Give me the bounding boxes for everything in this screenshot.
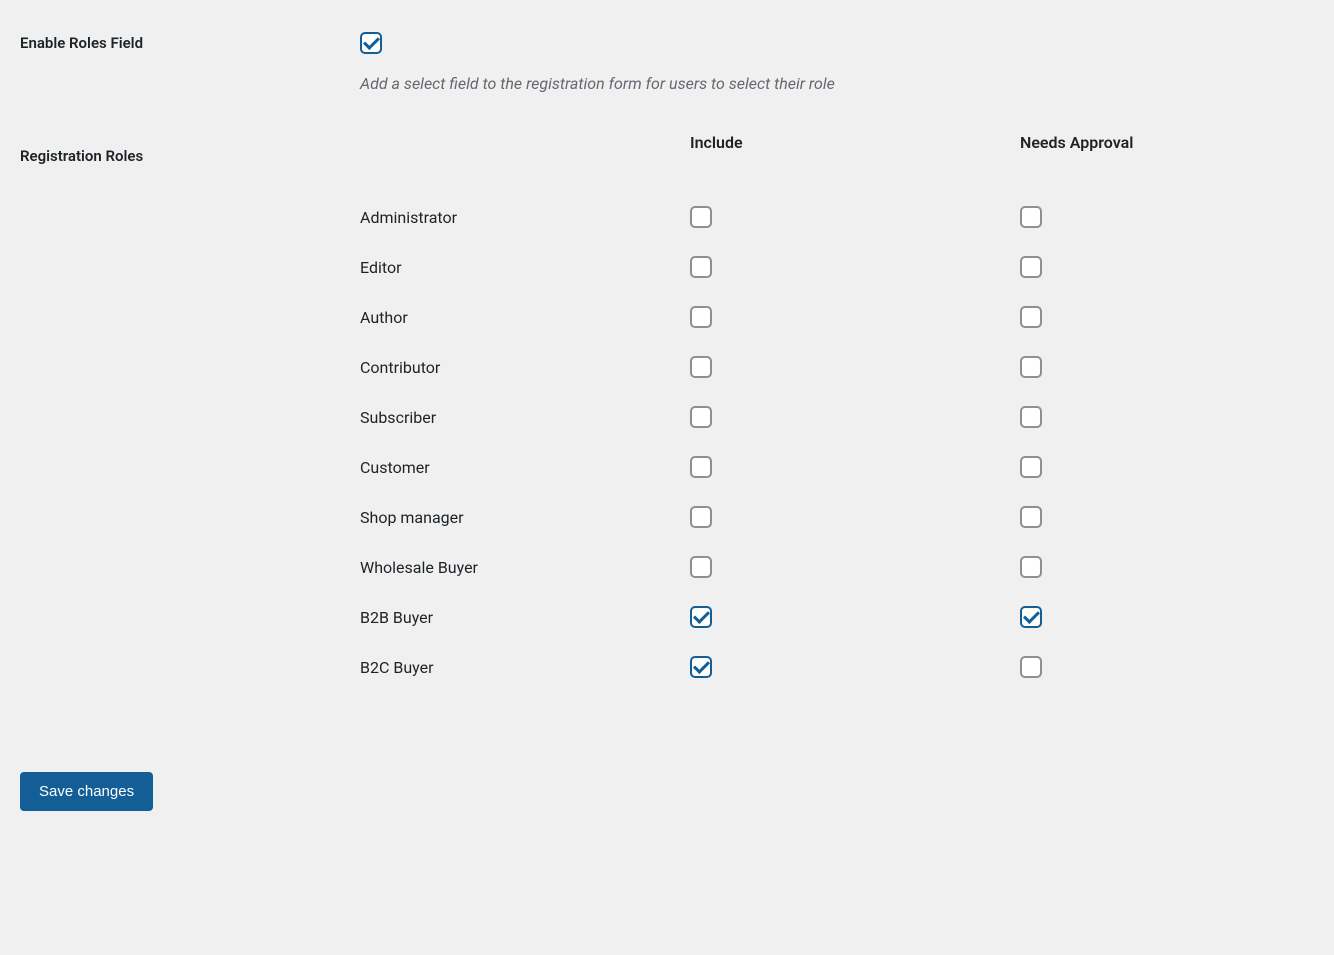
enable-roles-label: Enable Roles Field bbox=[20, 34, 143, 52]
role-approval-cell bbox=[1020, 292, 1280, 342]
role-include-cell bbox=[690, 542, 1020, 592]
role-include-cell bbox=[690, 442, 1020, 492]
role-include-cell bbox=[690, 392, 1020, 442]
roles-col-approval: Needs Approval bbox=[1020, 133, 1280, 192]
role-include-cell bbox=[690, 192, 1020, 242]
role-approval-cell bbox=[1020, 492, 1280, 542]
enable-roles-label-col: Enable Roles Field bbox=[20, 20, 360, 52]
table-row: Author bbox=[360, 292, 1280, 342]
role-include-checkbox[interactable] bbox=[690, 606, 712, 628]
role-approval-checkbox[interactable] bbox=[1020, 656, 1042, 678]
registration-roles-label-col: Registration Roles bbox=[20, 133, 360, 165]
role-name: Administrator bbox=[360, 192, 690, 242]
table-row: Shop manager bbox=[360, 492, 1280, 542]
table-row: B2B Buyer bbox=[360, 592, 1280, 642]
role-approval-checkbox[interactable] bbox=[1020, 306, 1042, 328]
roles-col-name bbox=[360, 133, 690, 192]
role-include-checkbox[interactable] bbox=[690, 306, 712, 328]
role-approval-checkbox[interactable] bbox=[1020, 206, 1042, 228]
enable-roles-content: Add a select field to the registration f… bbox=[360, 20, 1314, 93]
role-include-cell bbox=[690, 292, 1020, 342]
role-name: Author bbox=[360, 292, 690, 342]
role-include-checkbox[interactable] bbox=[690, 556, 712, 578]
save-changes-button[interactable]: Save changes bbox=[20, 772, 153, 811]
table-row: Administrator bbox=[360, 192, 1280, 242]
role-approval-checkbox[interactable] bbox=[1020, 406, 1042, 428]
table-row: Editor bbox=[360, 242, 1280, 292]
role-approval-cell bbox=[1020, 642, 1280, 692]
role-include-cell bbox=[690, 642, 1020, 692]
role-include-checkbox[interactable] bbox=[690, 356, 712, 378]
role-approval-cell bbox=[1020, 542, 1280, 592]
enable-roles-checkbox[interactable] bbox=[360, 32, 382, 54]
role-approval-checkbox[interactable] bbox=[1020, 556, 1042, 578]
table-row: Contributor bbox=[360, 342, 1280, 392]
role-name: Editor bbox=[360, 242, 690, 292]
role-name: Wholesale Buyer bbox=[360, 542, 690, 592]
role-name: B2B Buyer bbox=[360, 592, 690, 642]
role-approval-cell bbox=[1020, 592, 1280, 642]
role-include-checkbox[interactable] bbox=[690, 406, 712, 428]
roles-table: Include Needs Approval AdministratorEdit… bbox=[360, 133, 1280, 692]
role-name: Contributor bbox=[360, 342, 690, 392]
table-row: Wholesale Buyer bbox=[360, 542, 1280, 592]
role-approval-cell bbox=[1020, 442, 1280, 492]
role-approval-checkbox[interactable] bbox=[1020, 356, 1042, 378]
role-approval-cell bbox=[1020, 392, 1280, 442]
role-approval-cell bbox=[1020, 242, 1280, 292]
role-name: Subscriber bbox=[360, 392, 690, 442]
role-include-checkbox[interactable] bbox=[690, 506, 712, 528]
role-name: B2C Buyer bbox=[360, 642, 690, 692]
role-include-cell bbox=[690, 342, 1020, 392]
table-row: Subscriber bbox=[360, 392, 1280, 442]
role-include-checkbox[interactable] bbox=[690, 456, 712, 478]
role-include-cell bbox=[690, 242, 1020, 292]
registration-roles-row: Registration Roles Include Needs Approva… bbox=[20, 133, 1314, 692]
role-include-checkbox[interactable] bbox=[690, 256, 712, 278]
role-approval-checkbox[interactable] bbox=[1020, 506, 1042, 528]
role-approval-cell bbox=[1020, 342, 1280, 392]
role-name: Shop manager bbox=[360, 492, 690, 542]
role-include-cell bbox=[690, 492, 1020, 542]
table-row: Customer bbox=[360, 442, 1280, 492]
registration-roles-content: Include Needs Approval AdministratorEdit… bbox=[360, 133, 1314, 692]
role-name: Customer bbox=[360, 442, 690, 492]
roles-col-include: Include bbox=[690, 133, 1020, 192]
table-row: B2C Buyer bbox=[360, 642, 1280, 692]
role-approval-cell bbox=[1020, 192, 1280, 242]
registration-roles-label: Registration Roles bbox=[20, 147, 143, 165]
role-include-cell bbox=[690, 592, 1020, 642]
enable-roles-description: Add a select field to the registration f… bbox=[360, 74, 1314, 93]
role-include-checkbox[interactable] bbox=[690, 656, 712, 678]
role-include-checkbox[interactable] bbox=[690, 206, 712, 228]
enable-roles-field-row: Enable Roles Field Add a select field to… bbox=[20, 20, 1314, 93]
role-approval-checkbox[interactable] bbox=[1020, 606, 1042, 628]
role-approval-checkbox[interactable] bbox=[1020, 256, 1042, 278]
role-approval-checkbox[interactable] bbox=[1020, 456, 1042, 478]
